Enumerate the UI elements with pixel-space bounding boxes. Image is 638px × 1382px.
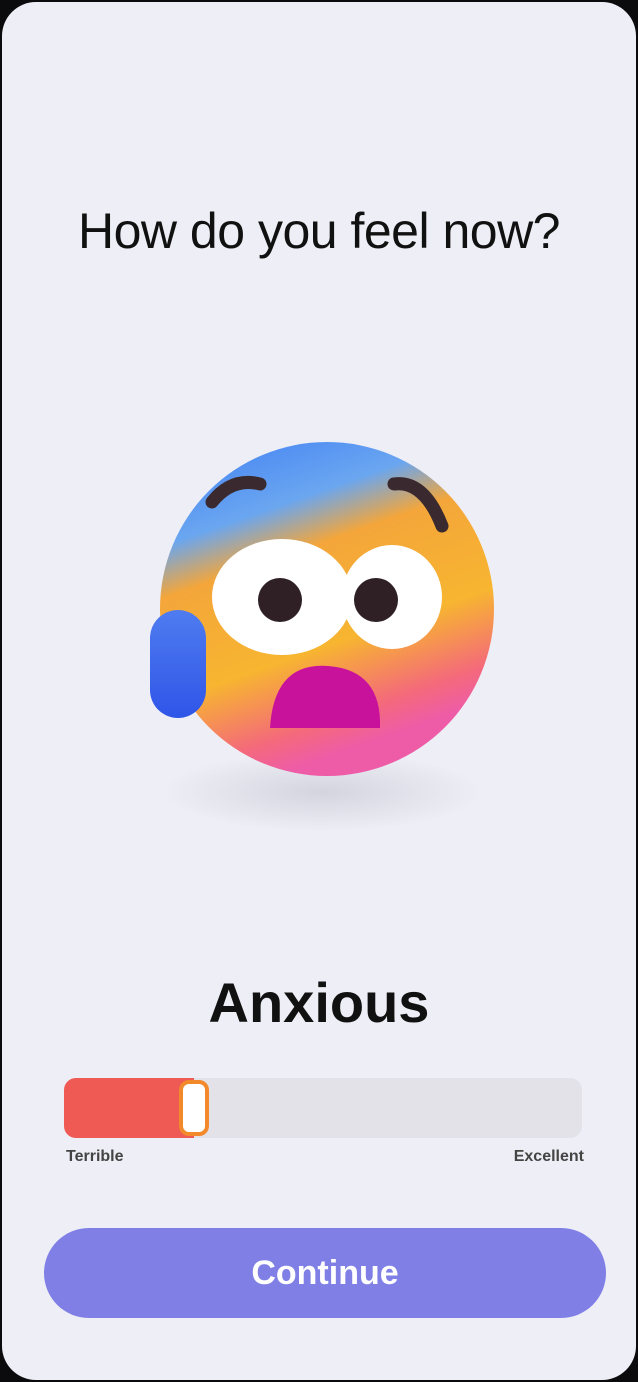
mood-label: Anxious [208,971,430,1034]
slider-thumb[interactable] [179,1080,209,1136]
slider-fill [64,1078,194,1138]
mood-check-screen: How do you feel now? Anxious Terrible Ex… [2,2,636,1380]
continue-button[interactable]: Continue [44,1228,606,1318]
anxious-face-with-sweat-icon [150,442,494,832]
slider-max-label: Excellent [513,1148,584,1165]
question-title: How do you feel now? [78,203,560,259]
slider-min-label: Terrible [66,1148,124,1165]
mood-slider[interactable] [64,1078,582,1138]
